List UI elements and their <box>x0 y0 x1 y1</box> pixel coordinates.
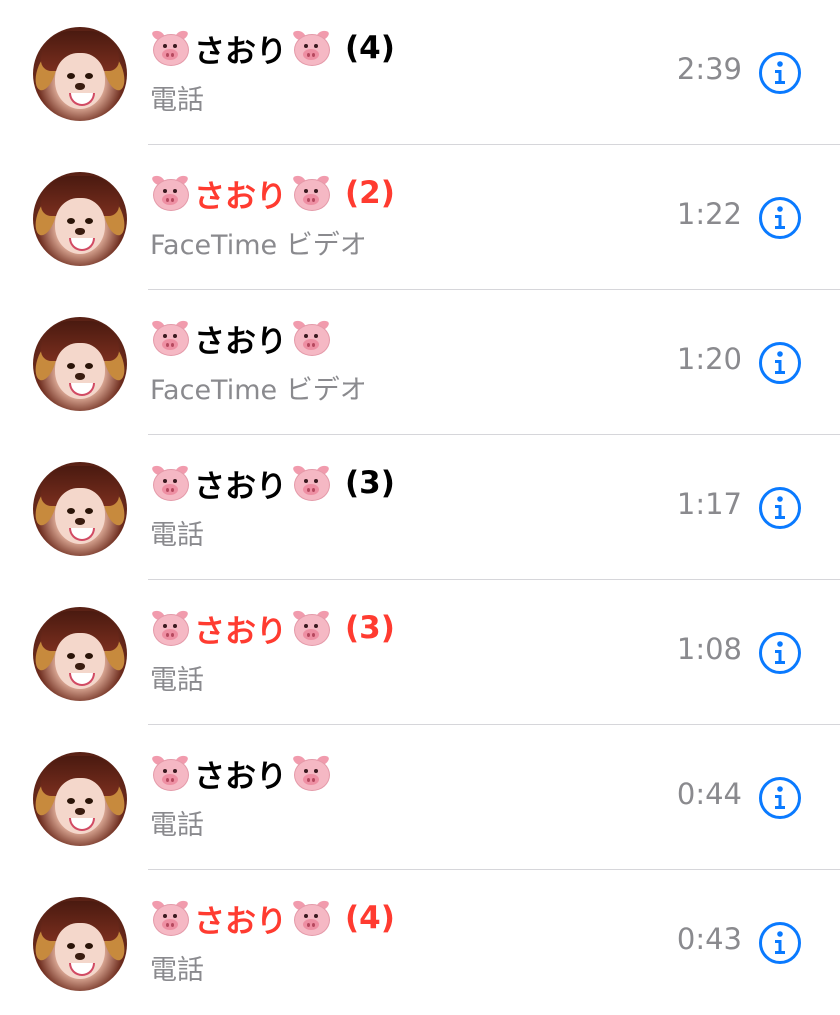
contact-avatar <box>33 752 127 846</box>
contact-avatar <box>33 462 127 556</box>
call-time: 1:20 <box>676 342 742 376</box>
contact-name-line: さおり (4) <box>150 896 395 940</box>
info-icon[interactable] <box>758 51 802 95</box>
pig-face-icon <box>150 28 190 68</box>
contact-name-line: さおり <box>150 751 345 795</box>
contact-name: さおり <box>194 323 287 360</box>
call-row[interactable]: さおり (4) 電話 0:43 <box>0 870 840 1015</box>
info-icon[interactable] <box>758 341 802 385</box>
contact-name: さおり <box>194 468 287 505</box>
call-type: 電話 <box>150 665 204 696</box>
pig-face-icon <box>150 463 190 503</box>
info-icon[interactable] <box>758 196 802 240</box>
call-row[interactable]: さおり 電話 0:44 <box>0 725 840 870</box>
call-time: 1:17 <box>676 487 742 521</box>
contact-avatar <box>33 27 127 121</box>
call-count: (4) <box>345 30 395 66</box>
call-time: 2:39 <box>676 52 742 86</box>
pig-face-icon <box>291 898 331 938</box>
call-count: (4) <box>345 900 395 936</box>
pig-face-icon <box>150 608 190 648</box>
call-count: (3) <box>345 465 395 501</box>
contact-name-line: さおり (4) <box>150 26 395 70</box>
contact-name-line: さおり (3) <box>150 461 395 505</box>
info-icon[interactable] <box>758 631 802 675</box>
recent-calls-list: さおり (4) 電話 2:39 さおり (2) FaceTime ビデオ 1:2… <box>0 0 840 1000</box>
pig-face-icon <box>291 463 331 503</box>
call-time: 0:43 <box>676 922 742 956</box>
call-row[interactable]: さおり (2) FaceTime ビデオ 1:22 <box>0 145 840 290</box>
pig-face-icon <box>291 753 331 793</box>
contact-name: さおり <box>194 33 287 70</box>
call-count: (2) <box>345 175 395 211</box>
call-row[interactable]: さおり (4) 電話 2:39 <box>0 0 840 145</box>
contact-name-line: さおり (2) <box>150 171 395 215</box>
contact-name: さおり <box>194 178 287 215</box>
call-row[interactable]: さおり FaceTime ビデオ 1:20 <box>0 290 840 435</box>
pig-face-icon <box>150 318 190 358</box>
call-time: 1:22 <box>676 197 742 231</box>
pig-face-icon <box>150 898 190 938</box>
contact-name-line: さおり <box>150 316 345 360</box>
call-type: FaceTime ビデオ <box>150 375 367 406</box>
info-icon[interactable] <box>758 776 802 820</box>
pig-face-icon <box>291 173 331 213</box>
contact-avatar <box>33 317 127 411</box>
pig-face-icon <box>291 608 331 648</box>
call-type: 電話 <box>150 85 204 116</box>
contact-name: さおり <box>194 613 287 650</box>
call-type: 電話 <box>150 810 204 841</box>
pig-face-icon <box>291 28 331 68</box>
info-icon[interactable] <box>758 486 802 530</box>
call-row[interactable]: さおり (3) 電話 1:17 <box>0 435 840 580</box>
call-type: FaceTime ビデオ <box>150 230 367 261</box>
contact-name: さおり <box>194 903 287 940</box>
pig-face-icon <box>150 753 190 793</box>
contact-name: さおり <box>194 758 287 795</box>
contact-avatar <box>33 607 127 701</box>
call-type: 電話 <box>150 955 204 986</box>
contact-avatar <box>33 897 127 991</box>
call-row[interactable]: さおり (3) 電話 1:08 <box>0 580 840 725</box>
call-time: 0:44 <box>676 777 742 811</box>
call-type: 電話 <box>150 520 204 551</box>
call-time: 1:08 <box>676 632 742 666</box>
pig-face-icon <box>291 318 331 358</box>
pig-face-icon <box>150 173 190 213</box>
call-count: (3) <box>345 610 395 646</box>
contact-avatar <box>33 172 127 266</box>
contact-name-line: さおり (3) <box>150 606 395 650</box>
info-icon[interactable] <box>758 921 802 965</box>
